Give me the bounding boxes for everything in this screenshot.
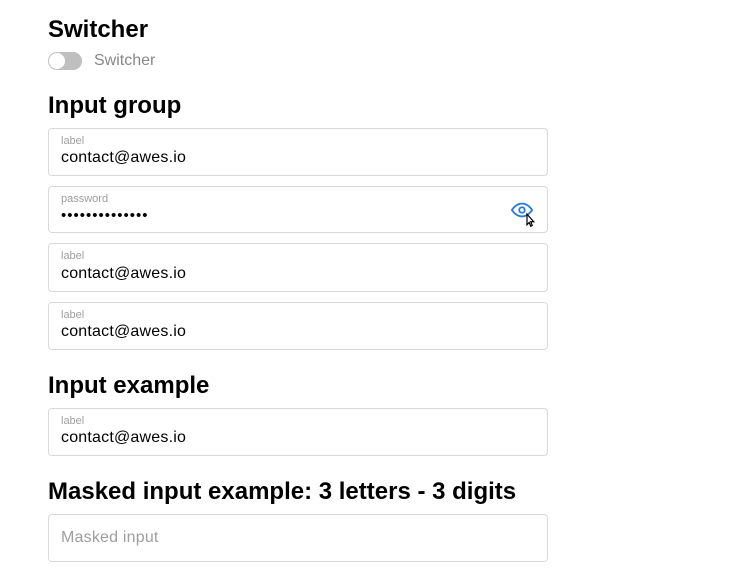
input-field[interactable]: label — [48, 128, 548, 176]
field-label: label — [61, 250, 535, 263]
eye-icon[interactable] — [511, 199, 533, 221]
switcher-title: Switcher — [48, 16, 754, 44]
switcher-row: Switcher — [48, 52, 754, 70]
input-example-title: Input example — [48, 372, 754, 400]
text-input[interactable] — [61, 429, 535, 447]
masked-group — [48, 514, 548, 562]
input-example-group: label — [48, 408, 548, 456]
masked-field[interactable] — [48, 514, 548, 562]
input-field[interactable]: label — [48, 408, 548, 456]
password-input[interactable]: •••••••••••••• — [61, 207, 535, 224]
field-label: label — [61, 415, 535, 428]
input-group-title: Input group — [48, 92, 754, 120]
text-input[interactable] — [61, 149, 535, 167]
field-label: password — [61, 193, 535, 206]
input-field[interactable]: label — [48, 302, 548, 350]
input-group: label password •••••••••••••• label labe… — [48, 128, 548, 350]
input-field[interactable]: label — [48, 243, 548, 291]
field-label: label — [61, 309, 535, 322]
masked-input[interactable] — [61, 529, 535, 547]
password-field[interactable]: password •••••••••••••• — [48, 186, 548, 233]
text-input[interactable] — [61, 265, 535, 283]
masked-title: Masked input example: 3 letters - 3 digi… — [48, 478, 754, 506]
field-label: label — [61, 135, 535, 148]
switcher-toggle[interactable] — [48, 52, 82, 70]
switcher-label: Switcher — [94, 52, 155, 70]
text-input[interactable] — [61, 323, 535, 341]
